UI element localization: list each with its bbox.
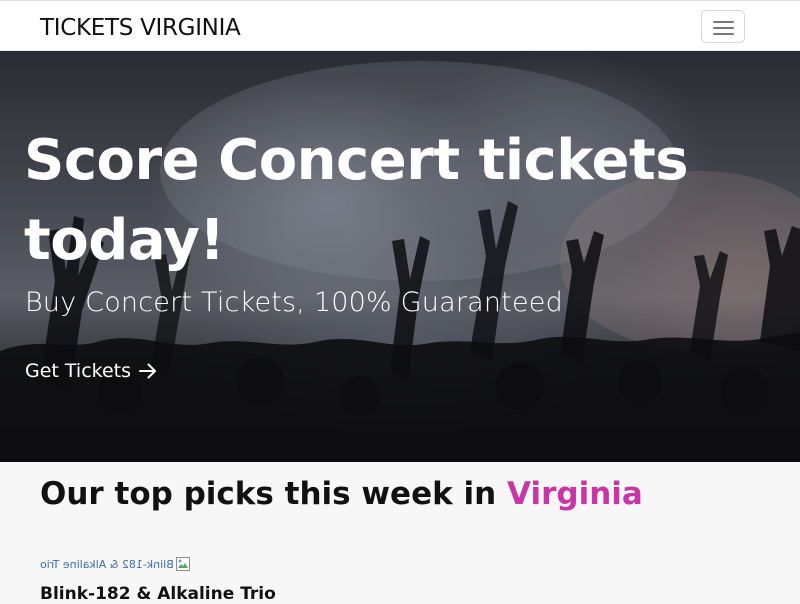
menu-toggle-button[interactable] xyxy=(701,10,745,43)
site-logo-link[interactable]: TICKETS VIRGINIA xyxy=(40,14,241,42)
arrow-right-icon xyxy=(139,363,157,379)
get-tickets-label: Get Tickets xyxy=(25,360,132,382)
event-title-link[interactable]: Blink-182 & Alkaline Trio xyxy=(40,584,276,604)
broken-image-icon xyxy=(175,557,190,571)
hero-subtitle: Buy Concert Tickets, 100% Guaranteed xyxy=(25,287,563,318)
hamburger-line xyxy=(713,21,734,23)
event-image-link[interactable]: Blink-182 & Alkaline Trio xyxy=(40,556,191,572)
get-tickets-link[interactable]: Get Tickets xyxy=(25,360,157,382)
top-navbar: TICKETS VIRGINIA xyxy=(0,0,800,51)
event-image-alt-text: Blink-182 & Alkaline Trio xyxy=(40,557,174,571)
top-picks-heading: Our top picks this week in Virginia xyxy=(40,476,643,512)
top-picks-heading-text: Our top picks this week in xyxy=(40,476,497,512)
top-picks-section: Our top picks this week in Virginia Blin… xyxy=(0,462,800,604)
hero-banner: Score Concert tickets today! Buy Concert… xyxy=(0,51,800,462)
hamburger-line xyxy=(713,27,734,29)
top-picks-location: Virginia xyxy=(507,476,643,512)
hamburger-line xyxy=(713,33,734,35)
hero-title: Score Concert tickets today! xyxy=(24,128,689,273)
